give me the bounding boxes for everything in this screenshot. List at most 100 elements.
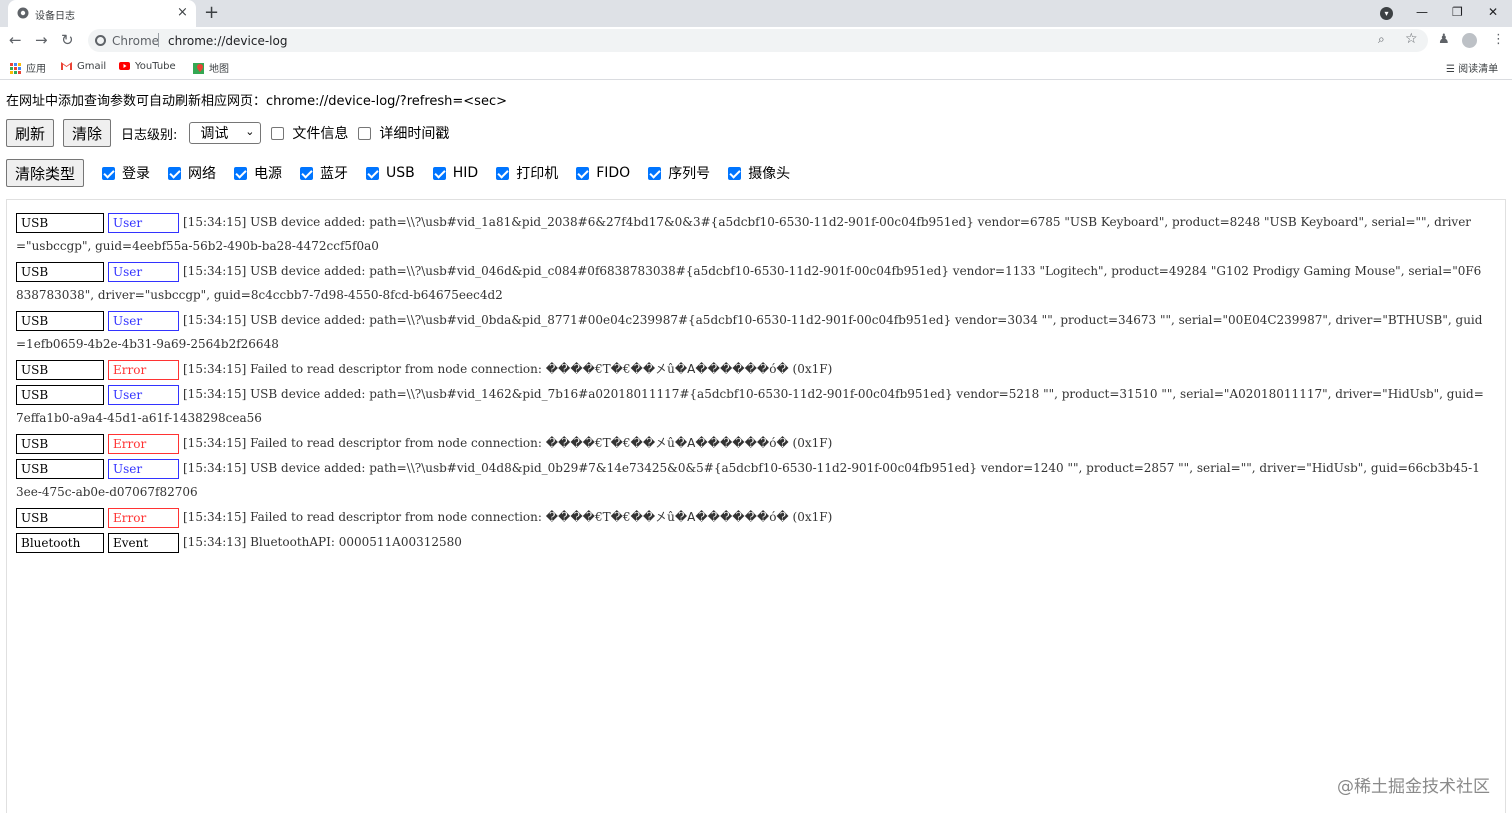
log-level-select[interactable]: 调试 ⌄ [189, 122, 262, 144]
type-label-power: 电源 [254, 166, 283, 182]
bookmark-gmail[interactable]: Gmail [61, 60, 106, 72]
log-message: [15:34:15] USB device added: path=\\?\us… [16, 387, 1484, 425]
chrome-favicon-icon [17, 7, 29, 19]
log-level-label: 日志级别: [121, 127, 178, 143]
maps-icon [193, 63, 204, 74]
reload-icon[interactable]: ↻ [61, 30, 74, 50]
detailed-timestamp-checkbox[interactable] [358, 126, 372, 140]
log-message: [15:34:15] Failed to read descriptor fro… [183, 510, 833, 524]
log-level-badge: User [108, 261, 179, 282]
file-info-checkbox[interactable] [271, 126, 285, 140]
type-checkbox-login[interactable] [102, 166, 116, 180]
log-entry: USB User [15:34:15] USB device added: path… [16, 456, 1486, 504]
type-checkbox-bluetooth[interactable] [300, 166, 314, 180]
extension-icon[interactable]: ♟ [1438, 32, 1450, 48]
bookmark-apps[interactable]: 应用 [10, 60, 46, 75]
type-checkbox-hid[interactable] [432, 166, 446, 180]
profile-avatar[interactable] [1462, 33, 1477, 48]
type-checkbox-usb[interactable] [366, 166, 380, 180]
watermark: @稀土掘金技术社区 [1337, 777, 1490, 797]
menu-icon[interactable]: ⋮ [1492, 32, 1505, 48]
tab-device-log[interactable]: 设备日志 × [8, 0, 196, 27]
bookmark-star-icon[interactable]: ☆ [1405, 31, 1418, 47]
log-level-badge: User [108, 212, 179, 233]
bookmark-label: 应用 [26, 64, 46, 75]
log-message: [15:34:13] BluetoothAPI: 0000511A0031258… [183, 535, 462, 549]
bookmark-maps[interactable]: 地图 [193, 60, 229, 75]
log-type-badge: USB [16, 359, 104, 380]
log-message: [15:34:15] USB device added: path=\\?\us… [16, 215, 1472, 253]
log-level-badge: Event [108, 532, 179, 553]
log-entries: USB User [15:34:15] USB device added: path… [16, 210, 1486, 555]
controls-row: 刷新 清除 日志级别: 调试 ⌄ 文件信息 详细时间戳 [6, 119, 449, 147]
log-level-value: 调试 [200, 126, 229, 142]
log-entry: USB User [15:34:15] USB device added: path… [16, 259, 1486, 307]
address-bar[interactable]: Chrome chrome://device-log ⌕ ☆ [88, 29, 1428, 52]
log-message: [15:34:15] Failed to read descriptor fro… [183, 362, 833, 376]
log-entry: USB User [15:34:15] USB device added: path… [16, 308, 1486, 356]
log-message: [15:34:15] USB device added: path=\\?\us… [16, 313, 1483, 351]
type-label-network: 网络 [188, 166, 217, 182]
log-level-badge: User [108, 384, 179, 405]
zoom-icon[interactable]: ⌕ [1378, 32, 1385, 47]
minimize-button[interactable]: — [1416, 3, 1428, 21]
youtube-icon [119, 62, 130, 70]
bookmark-label: 地图 [209, 64, 229, 75]
log-entry: Bluetooth Event [15:34:13] BluetoothAPI: 0… [16, 530, 1486, 554]
type-label-camera: 摄像头 [748, 166, 791, 182]
back-icon[interactable]: ← [9, 30, 22, 50]
log-message: [15:34:15] USB device added: path=\\?\us… [16, 461, 1480, 499]
log-entry: USB User [15:34:15] USB device added: path… [16, 210, 1486, 258]
log-entry: USB Error [15:34:15] Failed to read descri… [16, 357, 1486, 381]
bookmarks-bar: 应用 Gmail YouTube 地图 ☰ 阅读清单 [0, 54, 1512, 80]
omnibox-url[interactable]: chrome://device-log [168, 34, 287, 48]
chevron-down-icon: ⌄ [245, 125, 255, 138]
apps-grid-icon [10, 63, 21, 74]
type-checkbox-network[interactable] [168, 166, 182, 180]
log-entry: USB Error [15:34:15] Failed to read descri… [16, 505, 1486, 529]
type-label-printer: 打印机 [516, 166, 559, 182]
type-checkbox-fido[interactable] [576, 166, 590, 180]
log-panel: USB User [15:34:15] USB device added: path… [6, 199, 1506, 813]
file-info-label: 文件信息 [292, 126, 349, 142]
log-entry: USB Error [15:34:15] Failed to read descri… [16, 431, 1486, 455]
log-type-badge: USB [16, 458, 104, 479]
detailed-timestamp-label: 详细时间戳 [379, 126, 450, 142]
refresh-hint: 在网址中添加查询参数可自动刷新相应网页：chrome://device-log/… [6, 94, 507, 109]
log-type-badge: USB [16, 433, 104, 454]
type-label-bluetooth: 蓝牙 [320, 166, 349, 182]
reading-list-label: 阅读清单 [1458, 64, 1499, 75]
refresh-button[interactable]: 刷新 [6, 119, 55, 147]
clear-button[interactable]: 清除 [63, 119, 112, 147]
new-tab-button[interactable]: + [204, 2, 219, 24]
gmail-icon [61, 62, 72, 70]
log-type-badge: USB [16, 261, 104, 282]
reading-list-button[interactable]: ☰ 阅读清单 [1446, 60, 1498, 75]
log-entry: USB User [15:34:15] USB device added: path… [16, 382, 1486, 430]
tab-strip: 设备日志 × + ▾ — ❐ ✕ [0, 0, 1512, 27]
reading-list-icon: ☰ [1446, 64, 1455, 75]
bookmark-youtube[interactable]: YouTube [119, 60, 176, 72]
restore-button[interactable]: ❐ [1452, 3, 1463, 21]
log-type-badge: Bluetooth [16, 532, 104, 553]
type-label-fido: FIDO [596, 165, 631, 181]
log-level-badge: User [108, 310, 179, 331]
tab-search-icon[interactable]: ▾ [1380, 7, 1393, 20]
type-checkbox-camera[interactable] [728, 166, 742, 180]
log-level-badge: Error [108, 507, 179, 528]
omnibox-origin: Chrome [112, 34, 160, 48]
type-filter-row: 清除类型 登录 网络 电源 蓝牙 USB HID 打印机 FIDO 序列号 摄像… [6, 159, 790, 187]
forward-icon[interactable]: → [35, 30, 48, 50]
type-checkbox-printer[interactable] [496, 166, 510, 180]
log-type-badge: USB [16, 212, 104, 233]
tab-close-icon[interactable]: × [177, 4, 188, 22]
type-label-login: 登录 [122, 166, 151, 182]
device-log-page: 在网址中添加查询参数可自动刷新相应网页：chrome://device-log/… [0, 81, 1512, 819]
clear-types-button[interactable]: 清除类型 [6, 159, 85, 187]
log-level-badge: Error [108, 359, 179, 380]
type-checkbox-serial[interactable] [648, 166, 662, 180]
log-type-badge: USB [16, 384, 104, 405]
log-message: [15:34:15] USB device added: path=\\?\us… [16, 264, 1482, 302]
close-window-button[interactable]: ✕ [1488, 3, 1498, 21]
type-checkbox-power[interactable] [234, 166, 248, 180]
